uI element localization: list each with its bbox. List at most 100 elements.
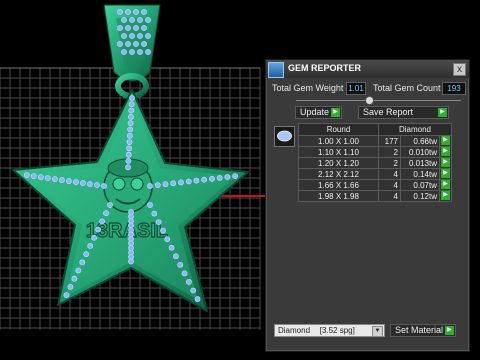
bail-gem-stone bbox=[145, 49, 151, 55]
select-gem-row-button[interactable]: ▶ bbox=[441, 158, 450, 167]
go-arrow-icon: ▶ bbox=[445, 326, 454, 335]
gem-stone bbox=[75, 267, 82, 274]
gem-stone bbox=[181, 270, 188, 277]
gem-stone bbox=[23, 172, 30, 179]
row-action-cell: ▶ bbox=[439, 157, 452, 169]
gem-stone bbox=[126, 139, 133, 145]
gem-count-cell: 2 bbox=[378, 146, 401, 158]
gem-stone bbox=[162, 181, 169, 188]
gem-stone bbox=[101, 183, 107, 189]
gem-count-cell: 4 bbox=[378, 179, 401, 191]
gem-stone bbox=[216, 174, 223, 181]
update-button[interactable]: Update ▶ bbox=[295, 106, 342, 119]
go-arrow-icon: ▶ bbox=[438, 108, 447, 117]
bail-gem-stone bbox=[145, 33, 151, 39]
gem-stone bbox=[126, 132, 133, 139]
gem-table-row: 1.00 X 1.00 177 0.66tw ▶ bbox=[298, 135, 452, 147]
gem-stone bbox=[94, 182, 100, 188]
bail-gem-stone bbox=[125, 9, 131, 15]
gem-stone bbox=[87, 243, 94, 249]
bail-gem-stone bbox=[121, 33, 127, 39]
gem-stone bbox=[190, 287, 197, 294]
gem-stone bbox=[79, 259, 86, 266]
total-gem-count-value: 193 bbox=[442, 82, 466, 95]
gem-stone bbox=[71, 275, 78, 282]
row-action-cell: ▶ bbox=[439, 168, 452, 180]
bail-gem-stone bbox=[133, 25, 139, 31]
gem-table-row: 1.20 X 1.20 2 0.013tw ▶ bbox=[298, 157, 452, 169]
gem-size-cell: 1.00 X 1.00 bbox=[298, 135, 379, 147]
gem-stone bbox=[209, 175, 215, 182]
material-select[interactable]: Diamond [3.52 spg] ▼ bbox=[274, 324, 385, 337]
gem-stone bbox=[177, 261, 184, 268]
gem-stone bbox=[173, 253, 179, 260]
gem-stone bbox=[224, 174, 231, 180]
gem-stone bbox=[147, 183, 153, 189]
bail-gem-stone bbox=[117, 41, 123, 47]
slider-handle[interactable] bbox=[365, 96, 374, 105]
gem-stone bbox=[185, 178, 192, 185]
select-gem-row-button[interactable]: ▶ bbox=[441, 136, 450, 145]
gem-size-cell: 1.20 X 1.20 bbox=[298, 157, 379, 169]
bail-gem-stone bbox=[129, 17, 135, 23]
gem-stone bbox=[155, 219, 162, 225]
select-gem-row-button[interactable]: ▶ bbox=[441, 169, 450, 178]
close-button[interactable]: x bbox=[453, 63, 466, 76]
gem-stone bbox=[178, 179, 184, 186]
bail-gem-stone bbox=[133, 9, 139, 15]
gem-stone bbox=[73, 179, 79, 185]
bail-gem-stone bbox=[121, 49, 127, 55]
gem-stone bbox=[164, 236, 171, 243]
gem-stone bbox=[30, 173, 37, 179]
gem-stone bbox=[154, 182, 161, 188]
gem-weight-cell: 0.07tw bbox=[400, 179, 440, 191]
gem-stone bbox=[125, 151, 132, 158]
save-report-button-label: Save Report bbox=[363, 107, 414, 117]
bail-gem-stone bbox=[137, 33, 143, 39]
row-action-cell: ▶ bbox=[439, 179, 452, 191]
gem-table-row: 1.98 X 1.98 4 0.12tw ▶ bbox=[298, 190, 452, 202]
row-action-cell: ▶ bbox=[439, 146, 452, 158]
gem-stone bbox=[83, 251, 90, 258]
gem-table-row: 2.12 X 2.12 4 0.14tw ▶ bbox=[298, 168, 452, 180]
gem-stone bbox=[63, 292, 70, 298]
gem-weight-cell: 0.14tw bbox=[400, 168, 440, 180]
row-action-cell: ▶ bbox=[439, 135, 452, 147]
set-material-button[interactable]: Set Material ▶ bbox=[390, 324, 456, 337]
gem-table: Round Diamond 1.00 X 1.00 177 0.66tw ▶ 1.10 … bbox=[298, 123, 452, 202]
bail-gem-stone bbox=[137, 49, 143, 55]
select-gem-row-button[interactable]: ▶ bbox=[441, 191, 450, 200]
material-specific-gravity: [3.52 spg] bbox=[319, 326, 355, 335]
gem-stone bbox=[58, 177, 65, 183]
gem-stone bbox=[232, 173, 239, 179]
gem-stone bbox=[151, 210, 158, 217]
select-gem-row-button[interactable]: ▶ bbox=[441, 147, 450, 156]
bail-gem-stone bbox=[141, 41, 147, 47]
column-header-material: Diamond bbox=[378, 123, 452, 136]
gem-stone bbox=[128, 114, 134, 120]
gem-stone bbox=[67, 283, 74, 290]
bail-gem-stone bbox=[121, 17, 127, 23]
gem-stone bbox=[51, 176, 58, 182]
bail-gem-stone bbox=[133, 41, 139, 47]
gem-weight-cell: 0.12tw bbox=[400, 190, 440, 202]
panel-title: GEM REPORTER bbox=[288, 63, 362, 73]
gem-stone bbox=[128, 101, 135, 108]
bail-gem-stone bbox=[117, 9, 123, 15]
select-gem-row-button[interactable]: ▶ bbox=[441, 180, 450, 189]
gem-table-row: 1.66 X 1.66 4 0.07tw ▶ bbox=[298, 179, 452, 191]
gem-stone bbox=[126, 145, 133, 152]
gem-stone bbox=[95, 226, 102, 233]
bail-gem-stone bbox=[129, 33, 135, 39]
gem-count-cell: 4 bbox=[378, 190, 401, 202]
column-header-shape: Round bbox=[298, 123, 379, 136]
slider-track bbox=[296, 100, 461, 101]
panel-titlebar[interactable]: GEM REPORTER x bbox=[266, 60, 469, 78]
gem-shape-icon[interactable] bbox=[274, 126, 295, 147]
total-gem-count-label: Total Gem Count bbox=[373, 83, 441, 93]
gem-stone bbox=[107, 202, 113, 208]
gem-stone bbox=[99, 218, 105, 225]
gem-stone bbox=[37, 174, 44, 180]
gem-stone bbox=[129, 95, 135, 101]
save-report-button[interactable]: Save Report ▶ bbox=[358, 106, 449, 119]
